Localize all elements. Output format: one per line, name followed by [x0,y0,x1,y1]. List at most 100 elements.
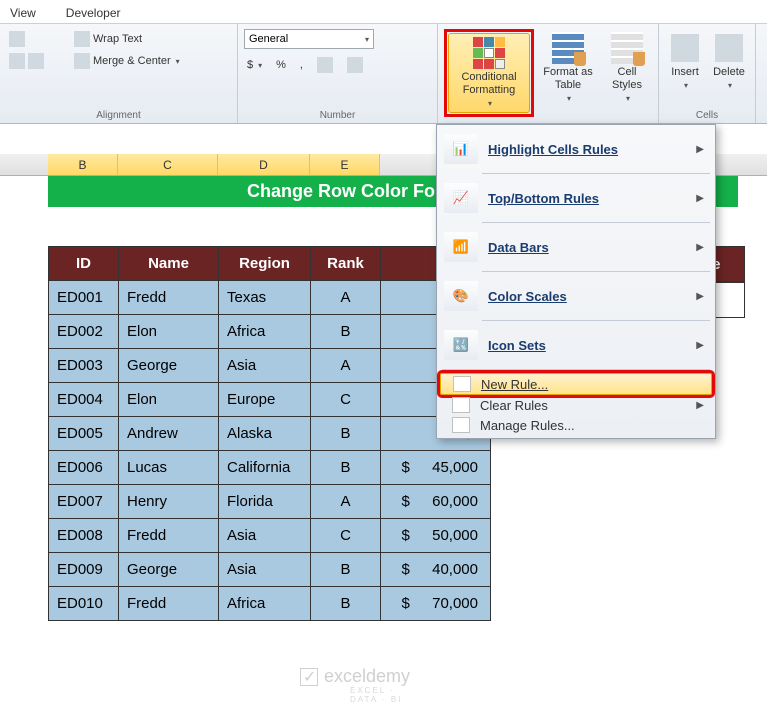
cell-id[interactable]: ED008 [49,519,119,553]
menu-clear-rules[interactable]: Clear Rules ▶ [440,395,712,415]
number-format-select[interactable]: General▾ [244,29,374,49]
menu-top-bottom-rules[interactable]: 📈 Top/Bottom Rules ▶ [440,177,712,219]
menu-databars-label: Data Bars [488,240,708,255]
cell-rank[interactable]: A [311,349,381,383]
cell-name[interactable]: Lucas [119,451,219,485]
table-row[interactable]: ED003GeorgeAsiaA$ [49,349,491,383]
cell-styles-button[interactable]: Cell Styles▾ [602,29,652,107]
cell-id[interactable]: ED006 [49,451,119,485]
menu-clear-label: Clear Rules [480,398,708,413]
chevron-down-icon: ▾ [176,57,180,66]
decimal-dec-icon [347,57,363,73]
menu-icon-sets[interactable]: 🔣 Icon Sets ▶ [440,324,712,366]
cell-name[interactable]: Elon [119,383,219,417]
delete-button[interactable]: Delete▾ [709,29,749,94]
cell-region[interactable]: Africa [219,315,311,349]
column-header-E[interactable]: E [310,154,380,175]
indent-row[interactable] [6,51,47,71]
header-name: Name [119,247,219,281]
table-row[interactable]: ED009GeorgeAsiaB$ 40,000 [49,553,491,587]
column-header-B[interactable]: B [48,154,118,175]
cell-rank[interactable]: C [311,383,381,417]
cell-id[interactable]: ED005 [49,417,119,451]
menu-highlight-cells-rules[interactable]: 📊 Highlight Cells Rules ▶ [440,128,712,170]
percent-label: % [276,59,286,71]
cell-name[interactable]: Elon [119,315,219,349]
highlight-cells-icon: 📊 [444,134,478,164]
cell-rank[interactable]: C [311,519,381,553]
cell-id[interactable]: ED010 [49,587,119,621]
table-row[interactable]: ED004ElonEuropeC$ [49,383,491,417]
cell-name[interactable]: Henry [119,485,219,519]
decimal-increase-button[interactable] [314,55,336,75]
table-row[interactable]: ED002ElonAfricaB$ [49,315,491,349]
cell-rank[interactable]: A [311,281,381,315]
merge-center-button[interactable]: Merge & Center▾ [71,51,183,71]
cell-id[interactable]: ED001 [49,281,119,315]
decimal-decrease-button[interactable] [344,55,366,75]
menu-manage-rules[interactable]: Manage Rules... [440,415,712,435]
table-row[interactable]: ED008FreddAsiaC$ 50,000 [49,519,491,553]
cell-name[interactable]: Fredd [119,587,219,621]
column-header-D[interactable]: D [218,154,310,175]
cell-name[interactable]: Fredd [119,281,219,315]
cell-region[interactable]: Alaska [219,417,311,451]
cell-id[interactable]: ED004 [49,383,119,417]
header-rank: Rank [311,247,381,281]
conditional-formatting-highlight-box: Conditional Formatting▾ [444,29,534,117]
menu-data-bars[interactable]: 📶 Data Bars ▶ [440,226,712,268]
menu-newrule-label: New Rule... [481,377,707,392]
table-row[interactable]: ED006LucasCaliforniaB$ 45,000 [49,451,491,485]
currency-button[interactable]: $▾ [244,55,265,75]
cell-salary[interactable]: $ 50,000 [381,519,491,553]
group-cells: Insert▾ Delete▾ Cells [658,24,756,123]
cell-rank[interactable]: B [311,315,381,349]
cell-salary[interactable]: $ 70,000 [381,587,491,621]
data-table: ID Name Region Rank S ED001FreddTexasA$E… [48,246,491,621]
table-row[interactable]: ED001FreddTexasA$ [49,281,491,315]
table-row[interactable]: ED007HenryFloridaA$ 60,000 [49,485,491,519]
cell-salary[interactable]: $ 40,000 [381,553,491,587]
column-header-C[interactable]: C [118,154,218,175]
cell-id[interactable]: ED007 [49,485,119,519]
cell-name[interactable]: George [119,349,219,383]
cell-region[interactable]: Europe [219,383,311,417]
cell-name[interactable]: Fredd [119,519,219,553]
cell-id[interactable]: ED003 [49,349,119,383]
merge-icon [74,53,90,69]
menu-new-rule[interactable]: New Rule... [440,373,712,395]
cell-id[interactable]: ED009 [49,553,119,587]
cell-region[interactable]: Florida [219,485,311,519]
percent-button[interactable]: % [273,55,289,75]
align-top-row[interactable] [6,29,47,49]
cell-rank[interactable]: B [311,417,381,451]
cell-rank[interactable]: B [311,587,381,621]
cell-id[interactable]: ED002 [49,315,119,349]
insert-label: Insert [671,66,699,79]
conditional-formatting-button[interactable]: Conditional Formatting▾ [448,33,530,113]
table-row[interactable]: ED005AndrewAlaskaB$ [49,417,491,451]
format-as-table-button[interactable]: Format as Table▾ [538,29,598,107]
comma-button[interactable]: , [297,55,306,75]
cell-region[interactable]: Africa [219,587,311,621]
watermark-text: exceldemy [324,666,410,687]
cell-region[interactable]: California [219,451,311,485]
cell-region[interactable]: Asia [219,349,311,383]
cell-rank[interactable]: B [311,451,381,485]
tab-view[interactable]: View [10,6,36,20]
cell-region[interactable]: Texas [219,281,311,315]
cell-salary[interactable]: $ 60,000 [381,485,491,519]
cell-region[interactable]: Asia [219,519,311,553]
cell-region[interactable]: Asia [219,553,311,587]
cell-rank[interactable]: A [311,485,381,519]
format-as-table-icon [552,32,584,64]
cell-salary[interactable]: $ 45,000 [381,451,491,485]
cell-name[interactable]: George [119,553,219,587]
cell-rank[interactable]: B [311,553,381,587]
tab-developer[interactable]: Developer [66,6,121,20]
menu-color-scales[interactable]: 🎨 Color Scales ▶ [440,275,712,317]
table-row[interactable]: ED010FreddAfricaB$ 70,000 [49,587,491,621]
cell-name[interactable]: Andrew [119,417,219,451]
wrap-text-button[interactable]: Wrap Text [71,29,183,49]
insert-button[interactable]: Insert▾ [665,29,705,94]
